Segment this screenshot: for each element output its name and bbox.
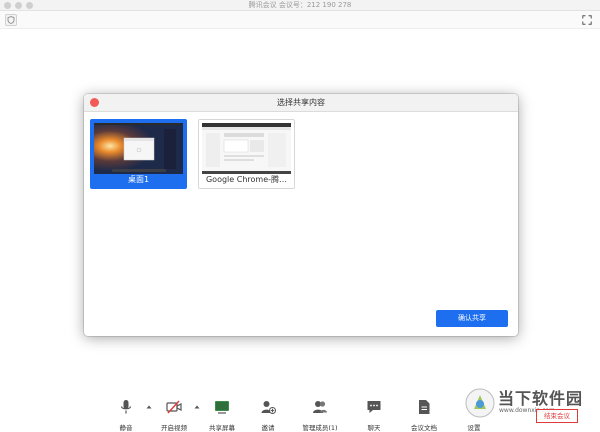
members-icon xyxy=(313,401,327,413)
invite-user-icon xyxy=(261,401,276,414)
manage-members-button[interactable]: 管理成员(1) xyxy=(298,399,342,432)
chat-icon xyxy=(367,401,381,413)
start-video-button[interactable]: 开启视频 xyxy=(152,399,196,432)
invite-label: 邀请 xyxy=(261,424,275,432)
video-off-icon xyxy=(166,400,182,414)
share-option-chrome[interactable]: Google Chrome-腾… xyxy=(198,119,295,189)
share-option-label: Google Chrome-腾… xyxy=(205,175,288,184)
confirm-share-button[interactable]: 确认共享 xyxy=(436,310,508,327)
window-title: 腾讯会议 会议号：212 190 278 xyxy=(248,1,352,9)
share-screen-label: 共享屏幕 xyxy=(209,424,235,432)
share-option-desktop[interactable]: 桌面1 xyxy=(90,119,187,189)
watermark-logo-icon xyxy=(465,388,495,418)
watermark-brand: 当下软件园 xyxy=(498,389,584,408)
fullscreen-icon[interactable] xyxy=(582,15,592,25)
dialog-header: 选择共享内容 xyxy=(84,94,518,112)
mute-button[interactable]: 静音 xyxy=(104,399,148,432)
desktop-thumbnail xyxy=(94,123,183,174)
mute-label: 静音 xyxy=(119,424,133,432)
start-video-label: 开启视频 xyxy=(161,424,187,432)
dialog-title: 选择共享内容 xyxy=(277,98,325,107)
invite-button[interactable]: 邀请 xyxy=(246,399,290,432)
share-screen-button[interactable]: 共享屏幕 xyxy=(200,399,244,432)
shield-icon xyxy=(7,16,15,24)
document-icon xyxy=(419,400,430,414)
chat-label: 聊天 xyxy=(367,424,381,432)
window-titlebar: 腾讯会议 会议号：212 190 278 xyxy=(0,0,600,11)
chrome-thumbnail xyxy=(202,123,291,174)
meeting-docs-button[interactable]: 会议文档 xyxy=(402,399,446,432)
chat-button[interactable]: 聊天 xyxy=(352,399,396,432)
share-option-label: 桌面1 xyxy=(127,175,150,184)
manage-members-label: 管理成员(1) xyxy=(302,424,338,432)
meeting-topbar xyxy=(0,11,600,29)
end-meeting-button[interactable]: 结束会议 xyxy=(536,409,578,423)
security-button[interactable] xyxy=(5,14,17,26)
microphone-icon xyxy=(120,400,132,414)
share-screen-icon xyxy=(215,401,229,414)
share-content-dialog: 选择共享内容 桌面1 Google Chrome-腾… 确认共享 xyxy=(84,94,518,336)
meeting-docs-label: 会议文档 xyxy=(411,424,437,432)
